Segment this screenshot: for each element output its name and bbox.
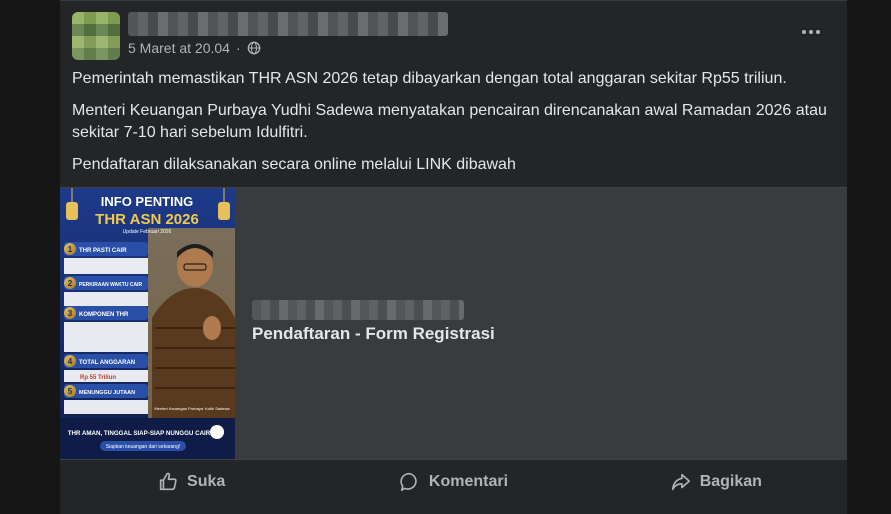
svg-text:2: 2 bbox=[68, 279, 73, 288]
poster-heading-2: THR ASN 2026 bbox=[95, 211, 199, 228]
globe-icon bbox=[247, 41, 260, 55]
poster-sections: 1 THR PASTI CAIR 2 PERKIRAAN WAKTU CAIR … bbox=[64, 242, 148, 414]
svg-text:TOTAL ANGGARAN: TOTAL ANGGARAN bbox=[79, 360, 135, 366]
link-preview[interactable]: INFO PENTING THR ASN 2026 Update Februar… bbox=[60, 187, 847, 460]
more-options-button[interactable] bbox=[797, 20, 825, 44]
divider bbox=[60, 0, 847, 1]
share-label: Bagikan bbox=[699, 473, 762, 490]
action-bar: Suka Komentari Bagikan bbox=[60, 460, 847, 504]
info-poster: INFO PENTING THR ASN 2026 Update Februar… bbox=[60, 188, 235, 459]
poster-footer: THR AMAN, TINGGAL SIAP-SIAP NUNGGU CAIR! bbox=[68, 430, 213, 437]
poster-footer-sub: Siapkan keuangan dari sekarang! bbox=[106, 444, 181, 450]
svg-text:4: 4 bbox=[68, 357, 73, 366]
svg-text:3: 3 bbox=[68, 309, 73, 318]
comment-label: Komentari bbox=[428, 473, 509, 490]
poster-caption: Menteri Keuangan Purbaya Yudhi Sadewa bbox=[154, 406, 230, 411]
comment-icon bbox=[400, 472, 417, 492]
svg-text:MENUNGGU JUTAAN: MENUNGGU JUTAAN bbox=[79, 390, 135, 396]
like-label: Suka bbox=[187, 473, 226, 490]
post-header: 5 Maret at 20.04 · bbox=[72, 10, 835, 60]
comment-button[interactable]: Komentari bbox=[322, 460, 584, 504]
svg-text:5: 5 bbox=[68, 387, 73, 396]
post-meta: 5 Maret at 20.04 · bbox=[128, 40, 261, 56]
post-paragraph: Pemerintah memastikan THR ASN 2026 tetap… bbox=[72, 70, 787, 87]
share-icon bbox=[671, 473, 690, 491]
separator-dot: · bbox=[235, 40, 241, 56]
link-title[interactable]: Pendaftaran - Form Registrasi bbox=[252, 324, 495, 344]
post-card: 5 Maret at 20.04 · Pemerintah memastikan… bbox=[60, 0, 847, 514]
svg-text:KOMPONEN THR: KOMPONEN THR bbox=[79, 312, 129, 318]
link-info[interactable]: Pendaftaran - Form Registrasi bbox=[252, 188, 831, 459]
author-name-blurred[interactable] bbox=[128, 12, 448, 36]
post-timestamp[interactable]: 5 Maret at 20.04 bbox=[128, 40, 230, 56]
svg-text:1: 1 bbox=[68, 245, 73, 254]
link-domain-blurred bbox=[252, 300, 464, 320]
svg-text:PERKIRAAN WAKTU CAIR: PERKIRAAN WAKTU CAIR bbox=[79, 282, 142, 288]
like-button[interactable]: Suka bbox=[60, 460, 322, 504]
like-icon bbox=[159, 472, 177, 491]
share-button[interactable]: Bagikan bbox=[585, 460, 847, 504]
clock-icon bbox=[210, 425, 224, 439]
poster-update-note: Update Februari 2026 bbox=[123, 229, 172, 235]
poster-heading-1: INFO PENTING bbox=[101, 194, 193, 209]
svg-text:THR PASTI CAIR: THR PASTI CAIR bbox=[79, 248, 127, 254]
post-text: Pemerintah memastikan THR ASN 2026 tetap… bbox=[72, 68, 831, 186]
page: 5 Maret at 20.04 · Pemerintah memastikan… bbox=[0, 0, 891, 514]
avatar[interactable] bbox=[72, 12, 120, 60]
link-preview-image[interactable]: INFO PENTING THR ASN 2026 Update Februar… bbox=[60, 188, 235, 459]
svg-text:Rp 55 Triliun: Rp 55 Triliun bbox=[80, 375, 116, 381]
post-paragraph: Menteri Keuangan Purbaya Yudhi Sadewa me… bbox=[72, 102, 827, 141]
post-paragraph: Pendaftaran dilaksanakan secara online m… bbox=[72, 156, 516, 173]
more-options-icon bbox=[802, 30, 820, 34]
